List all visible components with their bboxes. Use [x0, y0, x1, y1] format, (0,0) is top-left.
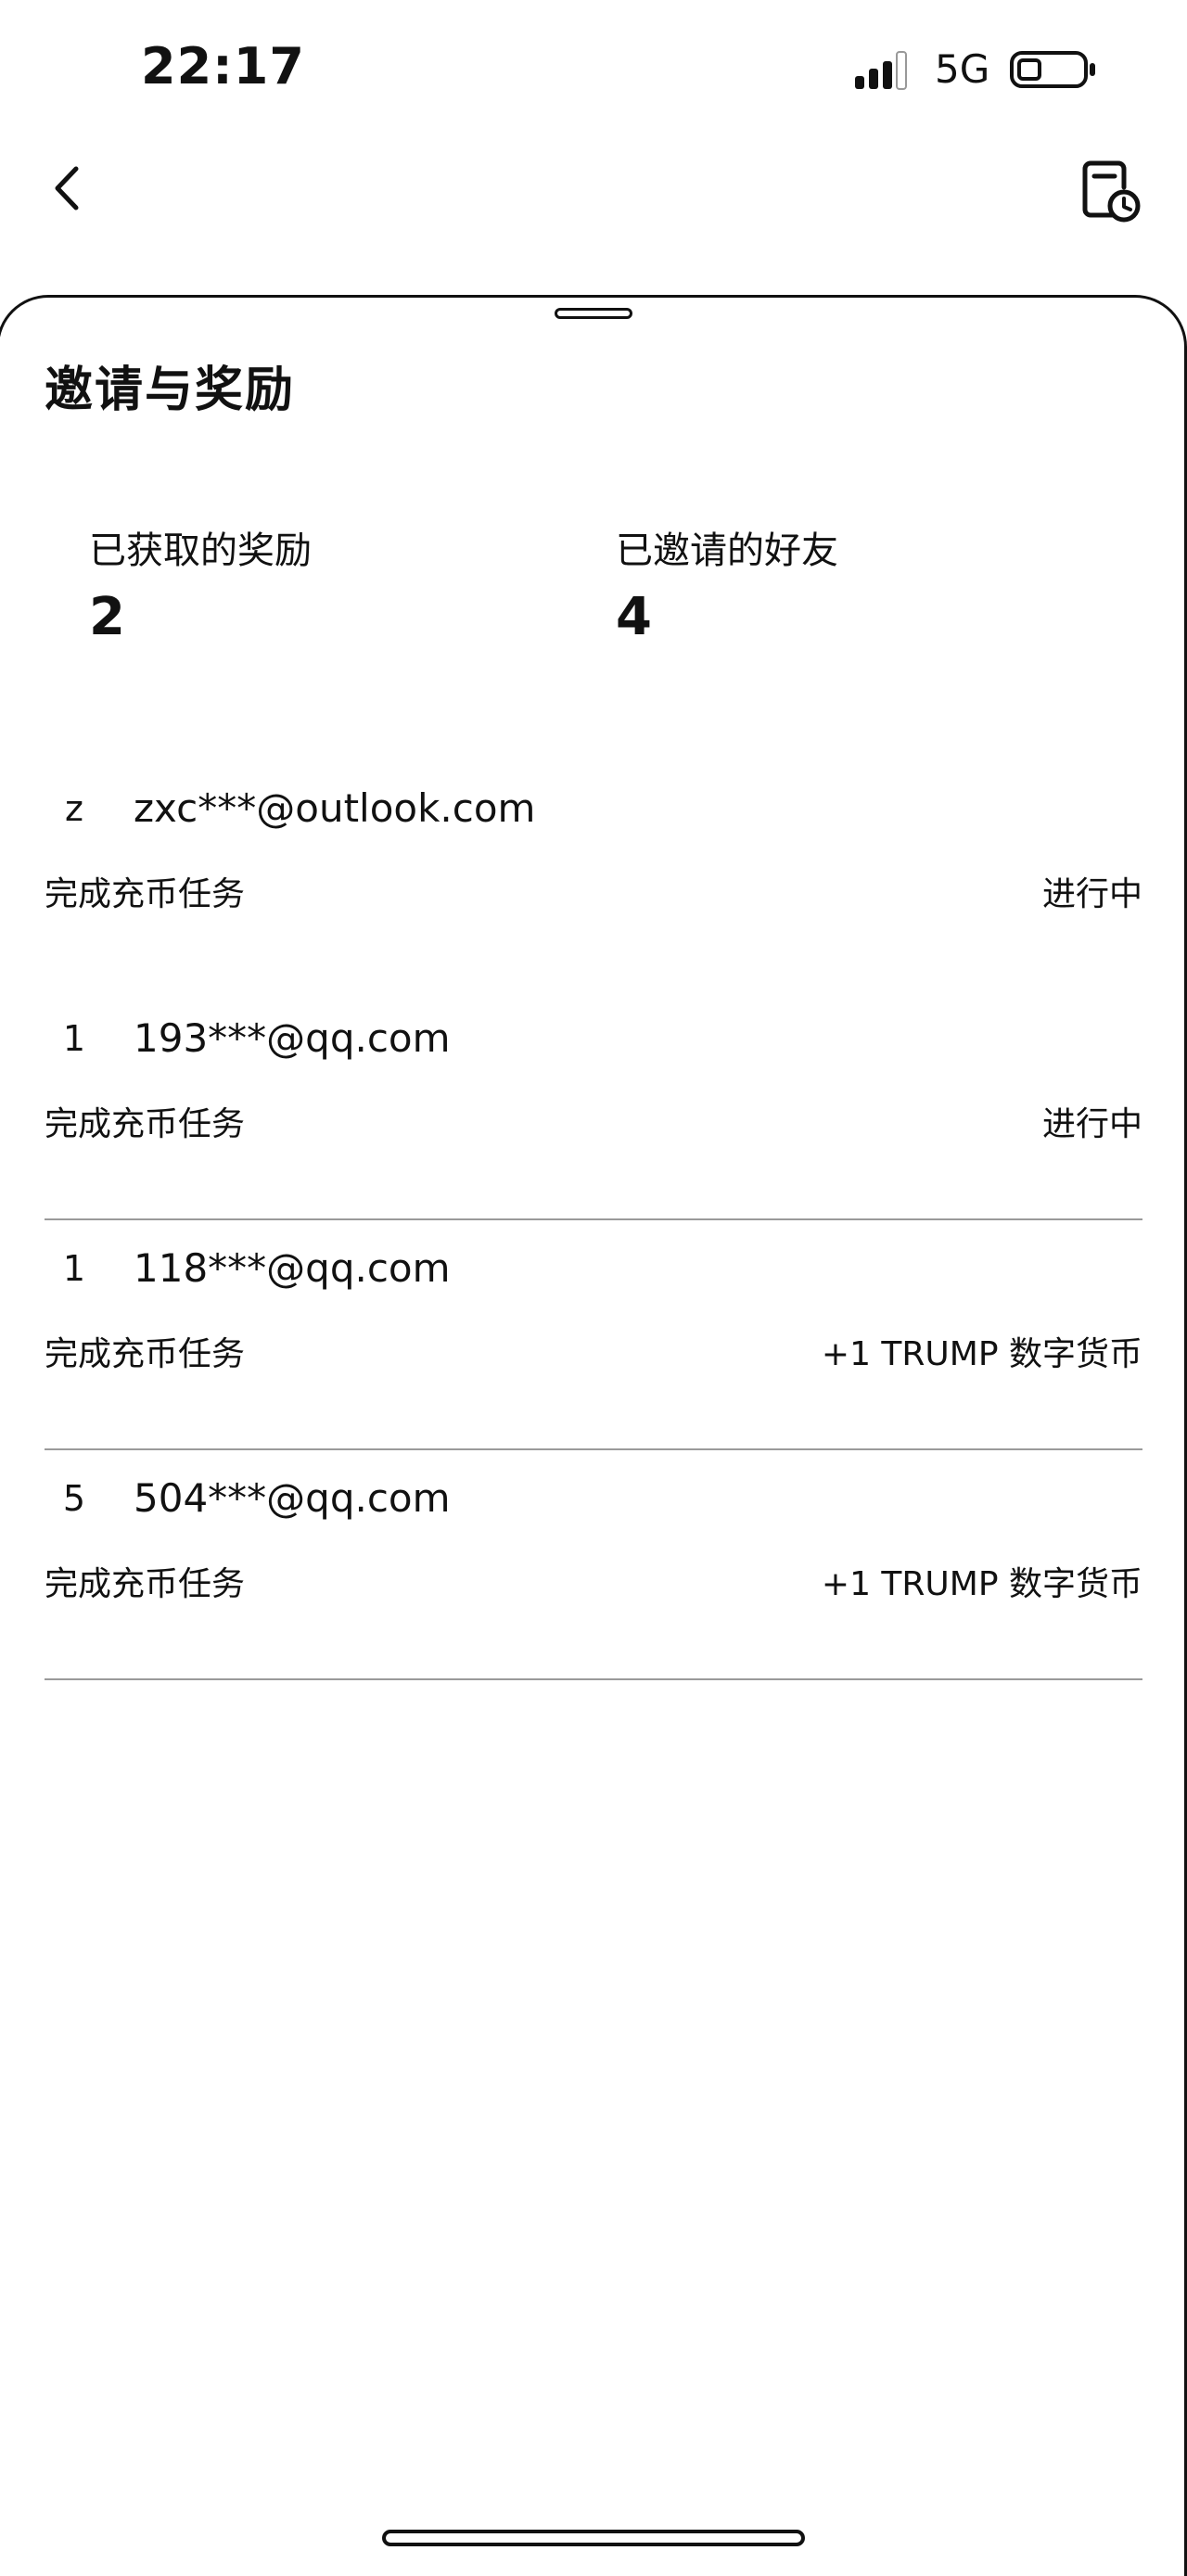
- friend-task: 完成充币任务: [45, 1105, 246, 1143]
- friend-email: 193***@qq.com: [134, 1015, 451, 1061]
- friend-status: 进行中: [1041, 875, 1142, 913]
- friend-email: zxc***@outlook.com: [134, 785, 536, 831]
- rewards-stat: 已获取的奖励 2: [89, 525, 312, 653]
- list-item: 1 118***@qq.com 完成充币任务 +1 TRUMP 数字货币: [45, 1220, 1142, 1450]
- status-bar: 22:17 5G: [0, 0, 1187, 139]
- friend-email: 504***@qq.com: [134, 1475, 451, 1521]
- history-icon: [1082, 160, 1141, 223]
- friend-status: +1 TRUMP 数字货币: [821, 1335, 1142, 1373]
- status-time: 22:17: [141, 37, 305, 96]
- friend-task: 完成充币任务: [45, 875, 246, 913]
- friends-label: 已邀请的好友: [616, 529, 838, 572]
- invited-friends-list: z zxc***@outlook.com 完成充币任务 进行中 1 193***…: [45, 760, 1142, 1680]
- friend-task: 完成充币任务: [45, 1565, 246, 1603]
- friends-stat: 已邀请的好友 4: [616, 525, 838, 653]
- signal-icon: [855, 51, 907, 90]
- friend-status: +1 TRUMP 数字货币: [821, 1565, 1142, 1603]
- friend-avatar: 1: [62, 1018, 86, 1059]
- rewards-value: 2: [89, 587, 125, 647]
- page-title: 邀请与奖励: [45, 363, 296, 418]
- home-indicator[interactable]: [382, 2530, 805, 2546]
- network-type: 5G: [935, 46, 990, 92]
- rewards-label: 已获取的奖励: [89, 529, 312, 572]
- back-arrow-icon: [55, 166, 79, 210]
- drag-handle[interactable]: [555, 308, 632, 319]
- history-button[interactable]: [1078, 159, 1142, 224]
- list-item: 5 504***@qq.com 完成充币任务 +1 TRUMP 数字货币: [45, 1450, 1142, 1680]
- list-item: z zxc***@outlook.com 完成充币任务 进行中: [45, 760, 1142, 990]
- battery-icon: [1010, 51, 1095, 88]
- friend-status: 进行中: [1041, 1105, 1142, 1143]
- list-item: 1 193***@qq.com 完成充币任务 进行中: [45, 990, 1142, 1220]
- back-button[interactable]: [37, 156, 102, 221]
- friends-value: 4: [616, 587, 652, 647]
- friend-avatar: z: [65, 788, 83, 829]
- friend-task: 完成充币任务: [45, 1335, 246, 1373]
- friend-avatar: 5: [62, 1478, 86, 1519]
- friend-email: 118***@qq.com: [134, 1245, 451, 1291]
- friend-avatar: 1: [62, 1248, 86, 1289]
